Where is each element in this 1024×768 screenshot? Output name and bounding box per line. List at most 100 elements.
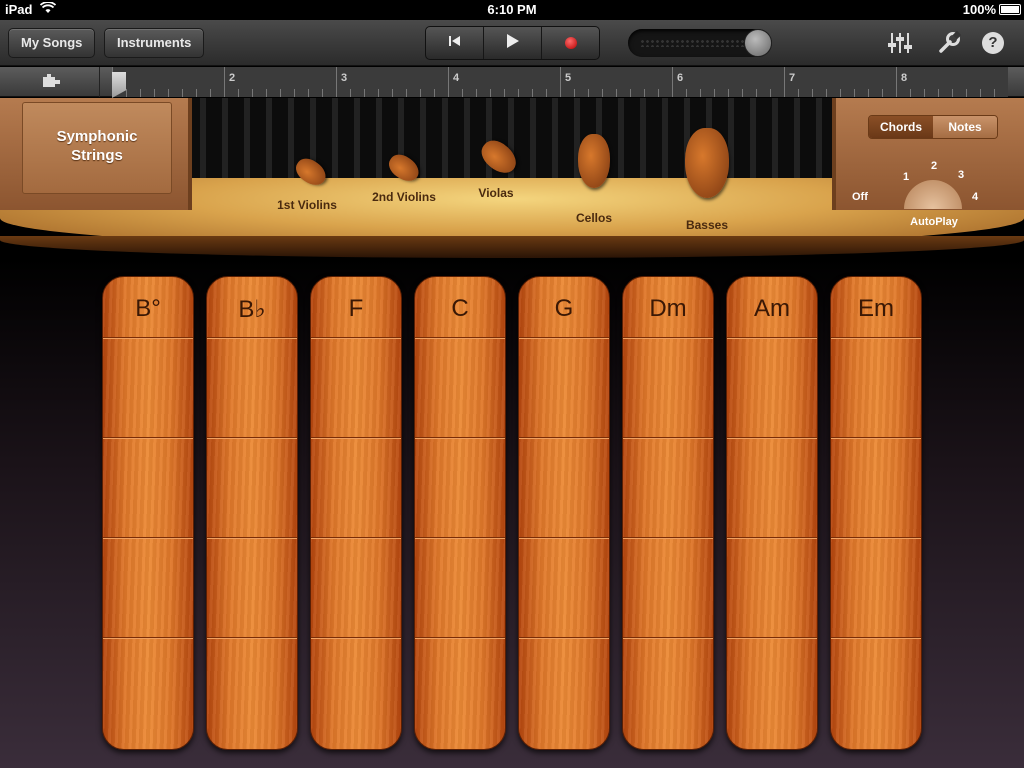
strip-divider: [415, 637, 505, 639]
chord-strip[interactable]: B♭: [206, 276, 298, 750]
chord-strip[interactable]: Em: [830, 276, 922, 750]
instrument-cellos[interactable]: Cellos: [566, 134, 622, 225]
bar-line: [896, 67, 897, 97]
chord-strip[interactable]: C: [414, 276, 506, 750]
strip-divider: [623, 437, 713, 439]
rewind-icon: [448, 34, 462, 53]
strip-divider: [415, 337, 505, 339]
bar-line: [336, 67, 337, 97]
strip-divider: [623, 637, 713, 639]
strip-divider: [519, 537, 609, 539]
strip-divider: [207, 637, 297, 639]
instruments-button[interactable]: Instruments: [104, 28, 205, 58]
instrument-label: 2nd Violins: [372, 190, 436, 204]
autoplay-knob[interactable]: [904, 180, 962, 209]
strip-divider: [103, 337, 193, 339]
strip-divider: [727, 437, 817, 439]
help-icon[interactable]: ?: [982, 32, 1004, 54]
autoplay-label: AutoPlay: [910, 216, 958, 228]
chord-strip[interactable]: G: [518, 276, 610, 750]
chord-strip[interactable]: F: [310, 276, 402, 750]
strip-divider: [623, 337, 713, 339]
play-button[interactable]: [484, 27, 542, 59]
notes-segment[interactable]: Notes: [933, 116, 997, 138]
tracks-icon: [42, 74, 62, 95]
bar-number: 6: [677, 72, 684, 84]
instrument-label: 1st Violins: [277, 198, 337, 212]
strip-divider: [831, 337, 921, 339]
chord-label: G: [554, 295, 574, 322]
strip-divider: [415, 437, 505, 439]
my-songs-button[interactable]: My Songs: [8, 28, 96, 58]
chord-strip[interactable]: B°: [102, 276, 194, 750]
strip-divider: [103, 637, 193, 639]
chord-strip[interactable]: Dm: [622, 276, 714, 750]
mixer-icon[interactable]: [887, 31, 913, 57]
chord-strip[interactable]: Am: [726, 276, 818, 750]
stage-wing-right: Chords Notes Off 1 2 3 4 AutoPlay: [832, 98, 1024, 228]
chord-label: B°: [135, 295, 161, 322]
play-icon: [506, 33, 520, 54]
chord-label: Dm: [649, 295, 687, 322]
strip-divider: [207, 437, 297, 439]
instrument-violas[interactable]: Violas: [466, 134, 526, 200]
viola-icon: [476, 134, 522, 180]
instrument-name-plate[interactable]: Symphonic Strings: [22, 102, 172, 194]
chords-segment[interactable]: Chords: [869, 116, 933, 138]
strip-divider: [623, 537, 713, 539]
record-button[interactable]: [542, 27, 599, 59]
strip-divider: [519, 337, 609, 339]
chord-label: Am: [754, 295, 790, 322]
instrument-name: Symphonic Strings: [56, 128, 138, 164]
toolbar: My Songs Instruments ?: [0, 20, 1024, 66]
timeline-ruler[interactable]: 1 2 3 4 5 6 7 8: [0, 67, 1024, 97]
violin-icon: [291, 153, 331, 191]
instrument-label: Cellos: [575, 211, 612, 225]
autoplay-4: 4: [972, 191, 979, 203]
bar-line: [448, 67, 449, 97]
strip-divider: [727, 537, 817, 539]
chord-strips-area: B° B♭ F C G Dm Am Em: [0, 258, 1024, 768]
volume-knob[interactable]: [744, 29, 772, 57]
track-view-toggle[interactable]: [0, 67, 100, 97]
chord-label: B♭: [238, 296, 266, 323]
bar-line: [784, 67, 785, 97]
autoplay-3: 3: [958, 169, 965, 181]
instrument-label: Violas: [478, 186, 514, 200]
bar-number: 2: [229, 72, 236, 84]
chords-notes-toggle[interactable]: Chords Notes: [868, 115, 998, 139]
strip-divider: [207, 537, 297, 539]
instrument-2nd-violins[interactable]: 2nd Violins: [365, 149, 443, 204]
strip-divider: [831, 537, 921, 539]
autoplay-2: 2: [931, 160, 938, 172]
strip-divider: [311, 537, 401, 539]
bar-line: [560, 67, 561, 97]
strip-divider: [519, 437, 609, 439]
orchestra-stage: Symphonic Strings Chords Notes Off 1 2 3…: [0, 98, 1024, 258]
bar-line: [224, 67, 225, 97]
strip-divider: [103, 537, 193, 539]
instrument-basses[interactable]: Basses: [676, 128, 738, 232]
strip-divider: [831, 437, 921, 439]
bar-number: 5: [565, 72, 572, 84]
chord-label: F: [348, 295, 364, 322]
instrument-label: Basses: [685, 218, 729, 232]
instrument-1st-violins[interactable]: 1st Violins: [270, 153, 344, 212]
battery-percent: 100%: [962, 2, 996, 17]
rewind-button[interactable]: [426, 27, 484, 59]
battery-icon: [999, 4, 1021, 15]
strip-divider: [831, 637, 921, 639]
bar-number: 8: [901, 72, 908, 84]
master-volume-slider[interactable]: [628, 29, 772, 57]
double-bass-icon: [685, 128, 729, 198]
status-bar: iPad 6:10 PM 100%: [0, 0, 1024, 20]
bar-number: 4: [453, 72, 460, 84]
strip-divider: [519, 637, 609, 639]
strip-divider: [311, 337, 401, 339]
bar-line: [672, 67, 673, 97]
wrench-icon[interactable]: [936, 30, 962, 57]
bar-number: 3: [341, 72, 348, 84]
autoplay-off: Off: [852, 191, 868, 203]
strip-divider: [103, 437, 193, 439]
strip-divider: [311, 637, 401, 639]
